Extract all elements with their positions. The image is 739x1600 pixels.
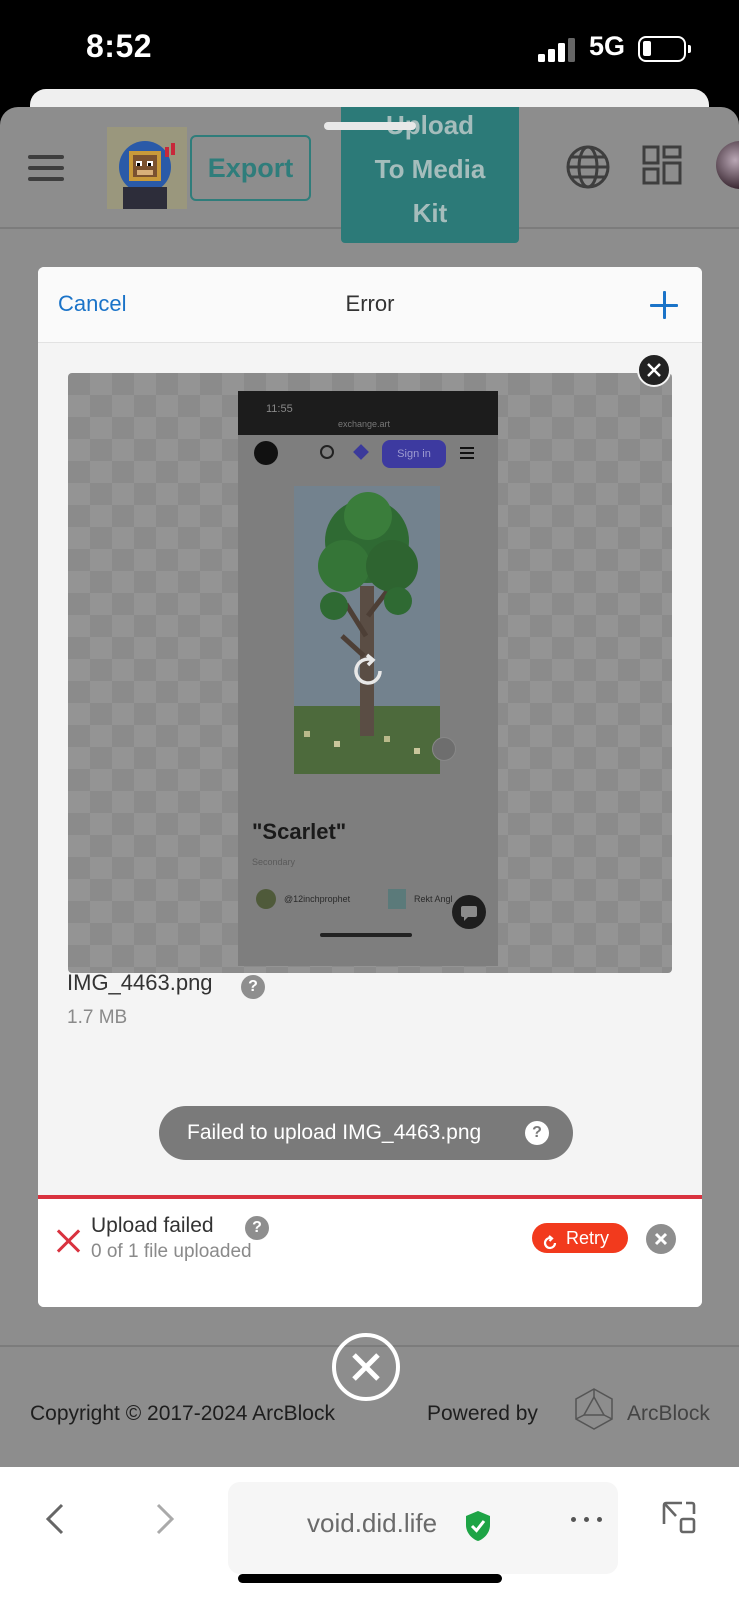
home-indicator: [238, 1574, 502, 1583]
retry-button[interactable]: Retry: [532, 1223, 628, 1253]
help-icon[interactable]: ?: [241, 975, 265, 999]
artwork-title: "Scarlet": [252, 819, 347, 844]
retry-icon: [542, 1230, 558, 1250]
gem-icon: [353, 444, 369, 460]
upload-failed-title: Upload failed: [91, 1214, 214, 1237]
battery-icon: [638, 36, 691, 62]
arcblock-brand[interactable]: ArcBlock: [627, 1402, 710, 1426]
artwork-subtitle: Secondary: [252, 857, 296, 867]
upload-error-dialog: Cancel Error 11:55 exchange.art Sign in: [38, 267, 702, 1307]
back-icon[interactable]: [40, 1499, 70, 1539]
chat-icon: [452, 895, 486, 929]
expand-icon: [432, 737, 456, 761]
avatar[interactable]: [107, 127, 187, 209]
search-icon: [320, 445, 334, 459]
site-logo-icon: [254, 441, 278, 465]
signal-icon: [538, 38, 578, 62]
screenshot-status-bar: 11:55 exchange.art: [238, 391, 498, 435]
toast-help-icon[interactable]: ?: [525, 1121, 549, 1145]
shield-check-icon: [464, 1510, 492, 1542]
screenshot-nav: Sign in: [238, 437, 498, 471]
menu-icon[interactable]: [28, 155, 64, 181]
grid-icon[interactable]: [642, 145, 682, 185]
creator-avatar: [256, 889, 276, 909]
preview-screenshot: 11:55 exchange.art Sign in "Scarlet" Sec…: [238, 391, 498, 966]
powered-by-label: Powered by: [427, 1402, 538, 1425]
screenshot-home-indicator: [320, 933, 412, 937]
tabs-icon[interactable]: [662, 1500, 696, 1534]
user-avatar[interactable]: [716, 141, 739, 189]
arcblock-logo[interactable]: [574, 1387, 614, 1431]
owner-name: Rekt Angl: [414, 894, 453, 904]
owner-avatar: [388, 889, 406, 909]
forward-icon[interactable]: [150, 1499, 180, 1539]
globe-icon[interactable]: [565, 144, 611, 190]
plus-icon[interactable]: [650, 291, 678, 319]
sign-in-button: Sign in: [382, 440, 446, 468]
export-button[interactable]: Export: [190, 135, 311, 201]
x-icon: [56, 1229, 81, 1253]
file-name: IMG_4463.png: [67, 970, 213, 995]
dismiss-close-icon[interactable]: [646, 1224, 676, 1254]
error-toast: Failed to upload IMG_4463.png ?: [159, 1106, 573, 1160]
close-icon[interactable]: [332, 1333, 400, 1401]
dialog-header: Cancel Error: [38, 267, 702, 343]
artwork-image: [294, 486, 440, 774]
upload-count: 0 of 1 file uploaded: [91, 1241, 252, 1262]
url-text[interactable]: void.did.life: [307, 1508, 437, 1539]
hamburger-icon: [460, 447, 474, 459]
status-help-icon[interactable]: ?: [245, 1216, 269, 1240]
status-bar: 8:52 5G: [0, 0, 739, 100]
remove-file-close-icon[interactable]: [637, 353, 671, 387]
copyright-text: Copyright © 2017-2024 ArcBlock: [30, 1402, 335, 1425]
upload-status-bar: Upload failed ? 0 of 1 file uploaded Ret…: [38, 1195, 702, 1307]
creator-handle: @12inchprophet: [284, 894, 351, 904]
toast-text: Failed to upload IMG_4463.png: [187, 1121, 482, 1144]
address-bar[interactable]: void.did.life: [228, 1482, 618, 1574]
sheet-grabber[interactable]: [324, 122, 416, 130]
status-time: 8:52: [86, 28, 153, 64]
refresh-icon: [348, 651, 388, 691]
more-icon[interactable]: [571, 1517, 603, 1523]
dialog-title: Error: [345, 291, 395, 316]
file-size: 1.7 MB: [67, 1007, 128, 1028]
network-type: 5G: [589, 31, 626, 61]
image-preview: 11:55 exchange.art Sign in "Scarlet" Sec…: [68, 373, 672, 973]
